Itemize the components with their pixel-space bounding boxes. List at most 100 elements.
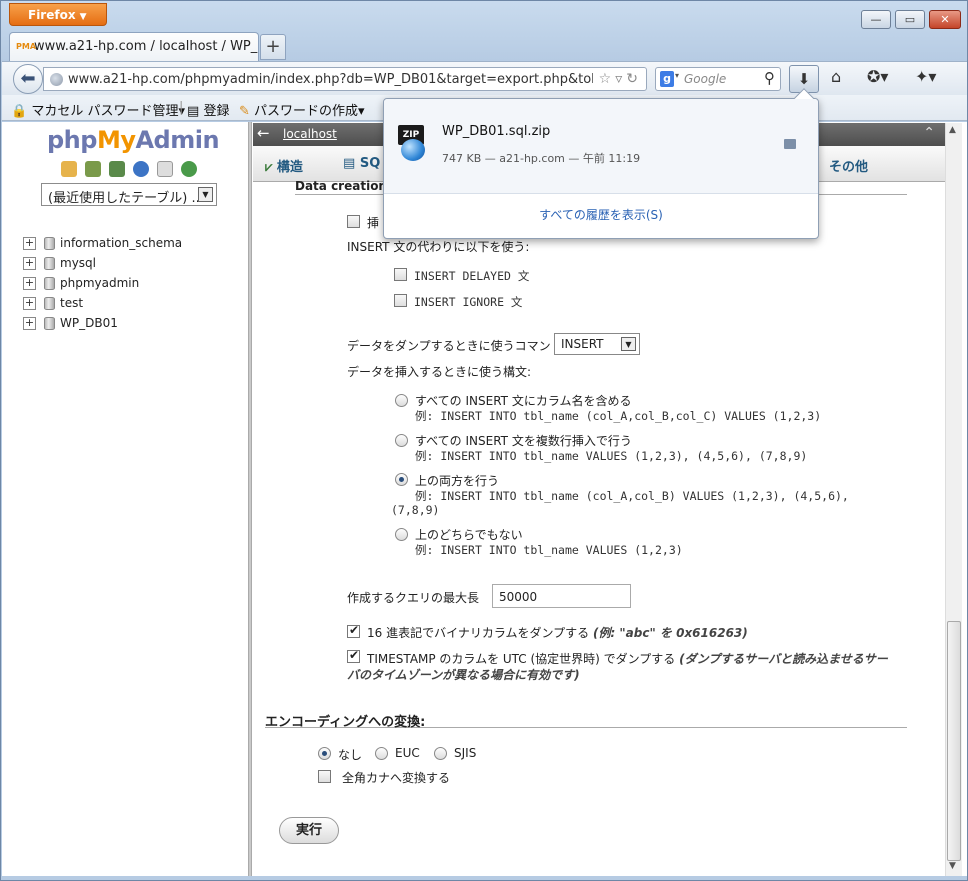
vertical-scrollbar[interactable]: ▲ ▼ bbox=[945, 123, 962, 876]
hex-note: (例: "abc" を 0x616263) bbox=[592, 626, 748, 640]
go-button[interactable]: 実行 bbox=[279, 817, 339, 844]
firefox-menu-button[interactable]: Firefox ▼ bbox=[9, 3, 107, 26]
tab-title: www.a21-hp.com / localhost / WP_... bbox=[34, 39, 259, 54]
help-icon[interactable] bbox=[133, 161, 149, 177]
new-tab-button[interactable]: + bbox=[260, 34, 286, 60]
show-all-history-link[interactable]: すべての履歴を表示(S) bbox=[384, 206, 818, 223]
maximize-button[interactable]: ▭ bbox=[895, 10, 925, 29]
url-bar-icons: ☆▿↻ bbox=[592, 71, 642, 87]
addon-icon[interactable]: ✦▾ bbox=[915, 67, 936, 86]
google-icon[interactable]: g bbox=[660, 71, 674, 87]
syntax-option-label: すべての INSERT 文にカラム名を含める bbox=[415, 394, 632, 408]
insert-checkbox[interactable] bbox=[347, 215, 360, 228]
minimize-button[interactable]: — bbox=[861, 10, 891, 29]
chevron-down-icon: ▼ bbox=[621, 337, 636, 351]
search-box[interactable]: g ▾ Google ⚲ bbox=[655, 67, 781, 91]
home-icon[interactable] bbox=[61, 161, 77, 177]
db-test[interactable]: + test bbox=[23, 293, 182, 313]
db-mysql[interactable]: + mysql bbox=[23, 253, 182, 273]
syntax-option-example: 例: INSERT INTO tbl_name (col_A,col_B) VA… bbox=[415, 489, 849, 503]
zip-file-icon: ZIP bbox=[398, 125, 428, 161]
expand-icon[interactable]: + bbox=[23, 316, 36, 330]
utc-checkbox[interactable] bbox=[347, 648, 360, 663]
collapse-icon[interactable]: ⌃ bbox=[923, 125, 935, 141]
download-item[interactable]: ZIP WP_DB01.sql.zip 747 KB — a21-hp.com … bbox=[384, 99, 818, 193]
structure-icon: ⩗ bbox=[265, 160, 273, 175]
syntax-label: データを挿入するときに使う構文: bbox=[347, 365, 532, 379]
back-icon[interactable]: ⬅ bbox=[13, 64, 43, 94]
recent-tables-select[interactable]: (最近使用したテーブル) ... ▼ bbox=[41, 183, 217, 206]
tab-more[interactable]: その他 bbox=[829, 156, 868, 175]
kana-checkbox[interactable] bbox=[318, 770, 331, 783]
phpmyadmin-logo[interactable]: phpMyAdmin bbox=[47, 126, 220, 154]
bookmark-makaseru[interactable]: 🔒 マカセル パスワード管理▾ bbox=[11, 100, 185, 119]
hex-label: 16 進表記でバイナリカラムをダンプする (例: "abc" を 0x61626… bbox=[367, 626, 748, 640]
tab-sql[interactable]: ▤ SQ bbox=[343, 156, 380, 171]
hex-checkbox[interactable] bbox=[347, 623, 360, 638]
history-dropdown-icon[interactable]: ▿ bbox=[615, 71, 626, 87]
browser-tab[interactable]: PMA www.a21-hp.com / localhost / WP_... bbox=[9, 32, 259, 62]
scroll-up-icon[interactable]: ▲ bbox=[949, 125, 956, 135]
folder-icon[interactable] bbox=[784, 139, 796, 149]
download-filename: WP_DB01.sql.zip bbox=[442, 124, 551, 139]
utc-note: バのタイムゾーンが異なる場合に有効です) bbox=[347, 668, 580, 682]
dump-command-select[interactable]: INSERT ▼ bbox=[554, 333, 640, 355]
reload-icon[interactable]: ↻ bbox=[626, 71, 642, 87]
back-arrow-icon[interactable]: ← bbox=[257, 124, 270, 142]
syntax-radio-none[interactable] bbox=[395, 528, 408, 541]
dump-command-label: データをダンプするときに使うコマンド: bbox=[347, 339, 567, 353]
encoding-radio-sjis[interactable] bbox=[434, 747, 447, 760]
home-icon[interactable]: ⌂ bbox=[831, 67, 841, 86]
insert-delayed-checkbox[interactable] bbox=[394, 268, 407, 281]
db-phpmyadmin[interactable]: + phpmyadmin bbox=[23, 273, 182, 293]
database-tree: + information_schema + mysql + phpmyadmin +… bbox=[23, 233, 182, 333]
expand-icon[interactable]: + bbox=[23, 256, 36, 270]
query-window-icon[interactable] bbox=[109, 161, 125, 177]
database-icon bbox=[44, 256, 55, 270]
scrollbar-thumb[interactable] bbox=[947, 621, 961, 861]
insert-alt-label: INSERT 文の代わりに以下を使う: bbox=[347, 240, 530, 254]
encoding-heading: エンコーディングへの変換: bbox=[265, 711, 907, 730]
insert-ignore-checkbox[interactable] bbox=[394, 294, 407, 307]
breadcrumb-localhost[interactable]: localhost bbox=[283, 127, 337, 141]
key-icon: 🔒 bbox=[11, 104, 28, 119]
search-engine-dropdown-icon[interactable]: ▾ bbox=[675, 71, 679, 80]
database-icon bbox=[44, 316, 55, 330]
scroll-down-icon[interactable]: ▼ bbox=[949, 861, 956, 871]
download-panel: ZIP WP_DB01.sql.zip 747 KB — a21-hp.com … bbox=[383, 88, 819, 239]
syntax-radio-extended[interactable] bbox=[395, 434, 408, 447]
pane-splitter[interactable] bbox=[248, 122, 252, 876]
logout-icon[interactable] bbox=[85, 161, 101, 177]
url-bar[interactable]: www.a21-hp.com/phpmyadmin/index.php?db=W… bbox=[43, 67, 647, 91]
bookmark-star-icon[interactable]: ☆ bbox=[599, 71, 616, 87]
syntax-option-label: すべての INSERT 文を複数行挿入で行う bbox=[415, 434, 632, 448]
reload-navigation-icon[interactable] bbox=[181, 161, 197, 177]
database-icon bbox=[44, 276, 55, 290]
register-icon: ▤ bbox=[187, 104, 200, 119]
max-query-input[interactable]: 50000 bbox=[492, 584, 631, 608]
db-information-schema[interactable]: + information_schema bbox=[23, 233, 182, 253]
close-window-button[interactable]: ✕ bbox=[929, 10, 961, 29]
expand-icon[interactable]: + bbox=[23, 236, 36, 250]
syntax-radio-both[interactable] bbox=[395, 473, 408, 486]
database-icon bbox=[44, 296, 55, 310]
bookmarks-menu-icon[interactable]: ✪▾ bbox=[867, 67, 888, 86]
bookmark-register[interactable]: ▤ 登録 bbox=[187, 100, 229, 119]
encoding-radio-euc[interactable] bbox=[375, 747, 388, 760]
bookmark-password-create[interactable]: ✎ パスワードの作成▾ bbox=[239, 100, 365, 119]
syntax-radio-columns[interactable] bbox=[395, 394, 408, 407]
db-wp-db01[interactable]: + WP_DB01 bbox=[23, 313, 182, 333]
encoding-radio-none[interactable] bbox=[318, 747, 331, 760]
password-create-icon: ✎ bbox=[239, 104, 250, 119]
tab-structure[interactable]: ⩗ 構造 bbox=[265, 156, 303, 175]
docs-icon[interactable] bbox=[157, 161, 173, 177]
site-identity-icon[interactable] bbox=[50, 73, 63, 86]
syntax-option-example: 例: INSERT INTO tbl_name VALUES (1,2,3) bbox=[415, 543, 683, 557]
sidebar-icons bbox=[61, 161, 205, 180]
search-icon[interactable]: ⚲ bbox=[764, 69, 775, 87]
expand-icon[interactable]: + bbox=[23, 276, 36, 290]
browser-window: Firefox ▼ — ▭ ✕ PMA www.a21-hp.com / loca… bbox=[0, 0, 968, 881]
search-placeholder: Google bbox=[684, 72, 727, 86]
chevron-down-icon: ▼ bbox=[198, 187, 213, 202]
expand-icon[interactable]: + bbox=[23, 296, 36, 310]
